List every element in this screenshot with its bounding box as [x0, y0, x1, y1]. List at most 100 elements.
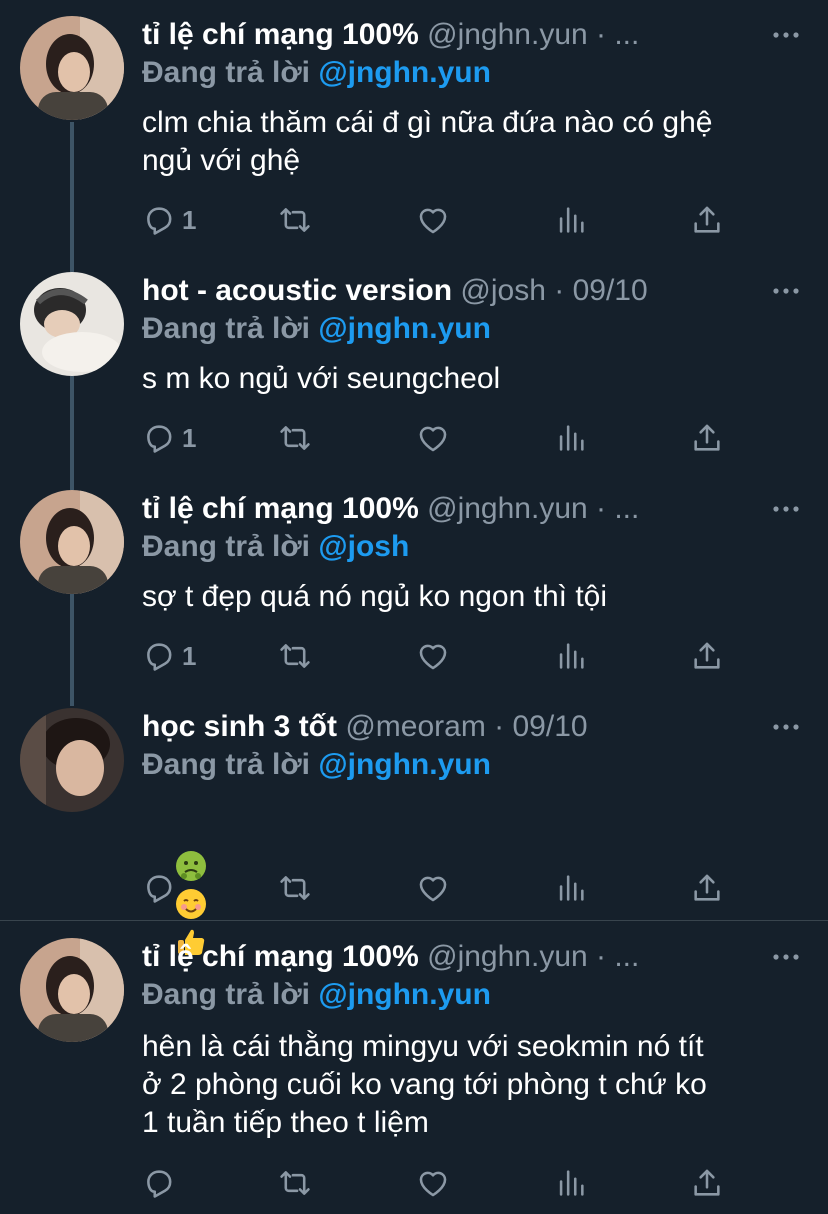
avatar[interactable] — [20, 16, 124, 120]
reply-button[interactable] — [142, 870, 182, 906]
like-icon — [416, 639, 450, 673]
avatar[interactable] — [20, 938, 124, 1042]
reply-button[interactable] — [142, 1165, 182, 1201]
tweet-meta: · 09/10 — [545, 274, 648, 307]
tweet-text: clm chia thăm cái đ gì nữa đứa nào có gh… — [142, 106, 713, 177]
tweet-header: tỉ lệ chí mạng 100% @jnghn.yun · ... — [142, 16, 758, 54]
analytics-button[interactable] — [554, 870, 588, 906]
analytics-button[interactable] — [554, 202, 588, 238]
avatar[interactable] — [20, 708, 124, 812]
user-handle[interactable]: @jnghn.yun — [427, 18, 588, 51]
retweet-button[interactable] — [278, 202, 312, 238]
replying-label: Đang trả lời — [142, 56, 319, 89]
share-button[interactable] — [690, 638, 724, 674]
share-button[interactable] — [690, 202, 724, 238]
tweet-header: học sinh 3 tốt @meoram · 09/10 — [142, 708, 758, 746]
action-bar — [142, 1165, 742, 1201]
action-bar: 1 — [142, 420, 742, 456]
reply-icon — [142, 1166, 176, 1200]
display-name[interactable]: tỉ lệ chí mạng 100% — [142, 18, 419, 51]
tweet-meta: · 09/10 — [485, 710, 588, 743]
action-bar: 1 — [142, 202, 742, 238]
like-button[interactable] — [416, 202, 450, 238]
like-button[interactable] — [416, 638, 450, 674]
retweet-button[interactable] — [278, 1165, 312, 1201]
display-name[interactable]: học sinh 3 tốt — [142, 710, 337, 743]
analytics-button[interactable] — [554, 638, 588, 674]
reply-button[interactable]: 1 — [142, 638, 196, 674]
replying-to: Đang trả lời @jnghn.yun — [142, 54, 491, 92]
analytics-button[interactable] — [554, 1165, 588, 1201]
like-button[interactable] — [416, 1165, 450, 1201]
retweet-button[interactable] — [278, 870, 312, 906]
share-button[interactable] — [690, 870, 724, 906]
reply-button[interactable]: 1 — [142, 420, 196, 456]
more-icon[interactable] — [772, 722, 800, 732]
tweet-meta: · ... — [587, 940, 640, 973]
retweet-icon — [278, 871, 312, 905]
replying-to: Đang trả lời @josh — [142, 528, 409, 566]
avatar[interactable] — [20, 490, 124, 594]
tweet[interactable]: học sinh 3 tốt @meoram · 09/10 Đang trả … — [0, 696, 828, 956]
user-handle[interactable]: @josh — [460, 274, 546, 307]
action-bar — [142, 870, 742, 906]
reply-icon — [142, 639, 176, 673]
like-icon — [416, 421, 450, 455]
more-icon[interactable] — [772, 286, 800, 296]
like-icon — [416, 1166, 450, 1200]
analytics-button[interactable] — [554, 420, 588, 456]
retweet-icon — [278, 421, 312, 455]
reply-count: 1 — [182, 640, 197, 671]
like-icon — [416, 203, 450, 237]
share-icon — [690, 871, 724, 905]
replying-mention[interactable]: @jnghn.yun — [318, 56, 491, 89]
analytics-icon — [554, 871, 588, 905]
avatar[interactable] — [20, 272, 124, 376]
share-button[interactable] — [690, 420, 724, 456]
replying-mention[interactable]: @jnghn.yun — [318, 748, 491, 781]
share-icon — [690, 421, 724, 455]
display-name[interactable]: hot - acoustic version — [142, 274, 452, 307]
replying-mention[interactable]: @jnghn.yun — [318, 312, 491, 345]
share-icon — [690, 203, 724, 237]
action-bar: 1 — [142, 638, 742, 674]
more-icon[interactable] — [772, 30, 800, 40]
reply-button[interactable]: 1 — [142, 202, 196, 238]
display-name[interactable]: tỉ lệ chí mạng 100% — [142, 940, 419, 973]
tweet-header: hot - acoustic version @josh · 09/10 — [142, 272, 758, 310]
replying-mention[interactable]: @jnghn.yun — [318, 978, 491, 1011]
tweet-header: tỉ lệ chí mạng 100% @jnghn.yun · ... — [142, 490, 758, 528]
user-handle[interactable]: @jnghn.yun — [427, 940, 588, 973]
display-name[interactable]: tỉ lệ chí mạng 100% — [142, 492, 419, 525]
replying-mention[interactable]: @josh — [318, 530, 409, 563]
more-icon[interactable] — [772, 952, 800, 962]
analytics-icon — [554, 639, 588, 673]
retweet-icon — [278, 1166, 312, 1200]
tweet[interactable]: tỉ lệ chí mạng 100% @jnghn.yun · ... Đan… — [0, 921, 828, 1214]
user-handle[interactable]: @meoram — [345, 710, 485, 743]
tweet-text: s m ko ngủ với seungcheol — [142, 362, 501, 395]
like-icon — [416, 871, 450, 905]
share-button[interactable] — [690, 1165, 724, 1201]
tweet-text: hên là cái thằng mingyu với seokmin nó t… — [142, 1030, 707, 1139]
replying-label: Đang trả lời — [142, 748, 319, 781]
replying-to: Đang trả lời @jnghn.yun — [142, 746, 491, 784]
retweet-button[interactable] — [278, 638, 312, 674]
tweet[interactable]: tỉ lệ chí mạng 100% @jnghn.yun · ... Đan… — [0, 0, 828, 260]
reply-icon — [142, 203, 176, 237]
user-handle[interactable]: @jnghn.yun — [427, 492, 588, 525]
like-button[interactable] — [416, 870, 450, 906]
share-icon — [690, 639, 724, 673]
share-icon — [690, 1166, 724, 1200]
replying-label: Đang trả lời — [142, 978, 319, 1011]
analytics-icon — [554, 203, 588, 237]
tweet[interactable]: tỉ lệ chí mạng 100% @jnghn.yun · ... Đan… — [0, 478, 828, 696]
reply-icon — [142, 421, 176, 455]
like-button[interactable] — [416, 420, 450, 456]
reply-count: 1 — [182, 422, 197, 453]
tweet[interactable]: hot - acoustic version @josh · 09/10 Đan… — [0, 260, 828, 478]
retweet-button[interactable] — [278, 420, 312, 456]
retweet-icon — [278, 203, 312, 237]
analytics-icon — [554, 421, 588, 455]
more-icon[interactable] — [772, 504, 800, 514]
